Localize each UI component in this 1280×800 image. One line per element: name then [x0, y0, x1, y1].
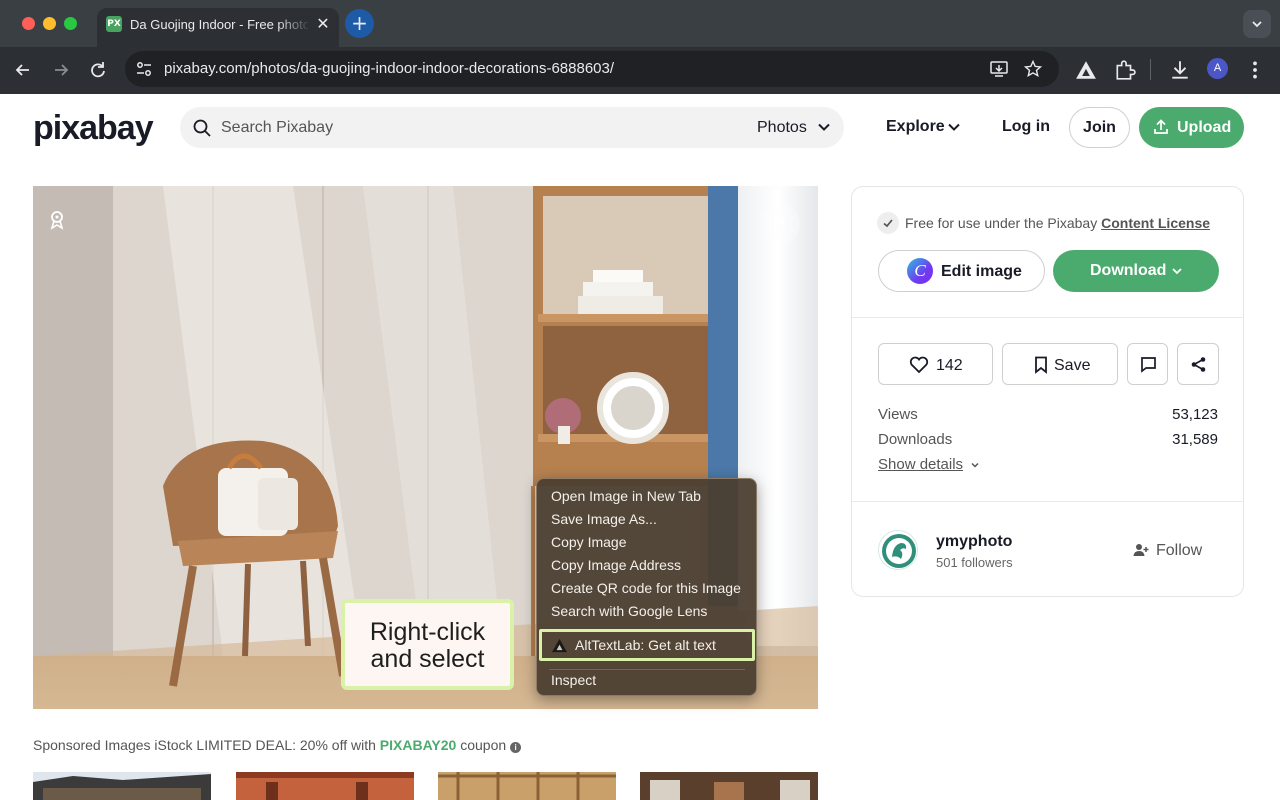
- like-count: 142: [936, 357, 963, 374]
- sponsored-thumbnail[interactable]: [640, 772, 818, 800]
- stat-label-downloads: Downloads: [878, 431, 953, 448]
- search-bar[interactable]: Search Pixabay Photos: [180, 107, 844, 148]
- profile-avatar[interactable]: A: [1207, 58, 1228, 79]
- divider: [852, 501, 1243, 502]
- menu-item-search-google-lens[interactable]: Search with Google Lens: [551, 602, 707, 622]
- login-link[interactable]: Log in: [1002, 117, 1050, 136]
- sponsored-thumbnail[interactable]: [236, 772, 414, 800]
- chevron-down-icon[interactable]: [947, 120, 961, 134]
- show-details-link[interactable]: Show details: [878, 456, 963, 474]
- menu-item-copy-image[interactable]: Copy Image: [551, 533, 626, 553]
- explore-menu[interactable]: Explore: [886, 117, 945, 136]
- comment-button[interactable]: [1127, 343, 1168, 385]
- sponsored-text: Sponsored Images iStock LIMITED DEAL: 20…: [33, 737, 380, 753]
- minimize-window-button[interactable]: [43, 17, 56, 30]
- maximize-window-button[interactable]: [64, 17, 77, 30]
- edit-image-label: Edit image: [941, 263, 1022, 280]
- menu-separator: [549, 669, 745, 670]
- flag-icon: [774, 217, 785, 231]
- new-tab-button[interactable]: +: [345, 9, 374, 38]
- close-window-button[interactable]: [22, 17, 35, 30]
- callout-line-2: and select: [370, 645, 485, 673]
- upload-label: Upload: [1177, 119, 1232, 136]
- chevron-down-icon[interactable]: [817, 120, 831, 134]
- reload-icon[interactable]: [87, 59, 109, 81]
- download-label: Download: [1090, 262, 1167, 279]
- stat-value-views: 53,123: [1172, 406, 1218, 423]
- sponsored-thumbnail[interactable]: [438, 772, 616, 800]
- alttextlab-extension-icon[interactable]: [1075, 59, 1097, 81]
- sponsored-banner: Sponsored Images iStock LIMITED DEAL: 20…: [33, 737, 522, 754]
- alttextlab-icon: [552, 638, 567, 653]
- menu-item-open-image-new-tab[interactable]: Open Image in New Tab: [551, 487, 701, 507]
- comment-icon: [1141, 357, 1156, 373]
- menu-item-copy-image-address[interactable]: Copy Image Address: [551, 556, 681, 576]
- back-arrow-icon[interactable]: [12, 59, 34, 81]
- bookmark-star-icon[interactable]: [1024, 60, 1042, 78]
- menu-item-alttextlab[interactable]: AltTextLab: Get alt text: [539, 629, 755, 661]
- stat-value-downloads: 31,589: [1172, 431, 1218, 448]
- license-prefix: Free for use under the Pixabay: [905, 215, 1102, 231]
- menu-item-save-image-as[interactable]: Save Image As...: [551, 510, 657, 530]
- address-bar[interactable]: pixabay.com/photos/da-guojing-indoor-ind…: [125, 51, 1059, 87]
- kebab-menu-icon[interactable]: [1244, 59, 1266, 81]
- check-circle-icon: [877, 212, 899, 234]
- browser-toolbar: pixabay.com/photos/da-guojing-indoor-ind…: [0, 47, 1280, 94]
- edit-image-button[interactable]: C Edit image: [878, 250, 1045, 292]
- downloads-icon[interactable]: [1169, 59, 1191, 81]
- user-avatar[interactable]: [878, 530, 918, 570]
- share-button[interactable]: [1177, 343, 1219, 385]
- info-icon[interactable]: i: [510, 742, 522, 753]
- bookmark-icon: [1035, 356, 1047, 374]
- canva-logo-icon: C: [907, 258, 933, 284]
- sponsored-suffix: coupon: [456, 737, 507, 753]
- upload-icon: [1154, 119, 1168, 134]
- sponsored-thumbnail[interactable]: [33, 772, 211, 800]
- user-name[interactable]: ymyphoto: [936, 532, 1012, 551]
- coupon-code[interactable]: PIXABAY20: [380, 737, 457, 753]
- save-label: Save: [1054, 357, 1091, 374]
- search-input[interactable]: Search Pixabay: [221, 118, 333, 137]
- context-menu: Open Image in New Tab Save Image As... C…: [536, 478, 757, 696]
- menu-item-alttextlab-label: AltTextLab: Get alt text: [575, 637, 716, 653]
- pixabay-logo[interactable]: pixabay: [33, 109, 154, 147]
- download-button[interactable]: Download: [1053, 250, 1219, 292]
- tab-search-button[interactable]: [1243, 10, 1271, 38]
- follow-button[interactable]: Follow: [1128, 537, 1206, 563]
- browser-tab-active[interactable]: PX Da Guojing Indoor - Free photo ✕: [97, 8, 339, 47]
- photo-details-card: Free for use under the Pixabay Content L…: [851, 186, 1244, 597]
- tab-close-icon[interactable]: ✕: [313, 14, 333, 34]
- site-settings-icon[interactable]: [135, 60, 153, 78]
- pixabay-favicon-icon: PX: [106, 16, 122, 32]
- url-text: pixabay.com/photos/da-guojing-indoor-ind…: [164, 60, 615, 77]
- follow-label: Follow: [1156, 542, 1203, 559]
- search-type-select[interactable]: Photos: [757, 118, 807, 137]
- add-user-icon: [1133, 544, 1149, 556]
- user-followers: 501 followers: [936, 555, 1013, 570]
- upload-button[interactable]: Upload: [1139, 107, 1244, 148]
- divider: [852, 317, 1243, 318]
- stat-label-views: Views: [878, 406, 918, 423]
- chevron-down-icon[interactable]: [970, 460, 980, 470]
- forward-arrow-icon[interactable]: [50, 59, 72, 81]
- heart-icon: [909, 356, 929, 374]
- content-license-link[interactable]: Content License: [1101, 215, 1210, 231]
- install-app-icon[interactable]: [989, 60, 1009, 78]
- menu-item-inspect[interactable]: Inspect: [551, 671, 596, 691]
- search-icon: [193, 119, 211, 137]
- save-button[interactable]: Save: [1002, 343, 1118, 385]
- share-icon: [1191, 357, 1206, 372]
- like-button[interactable]: 142: [878, 343, 993, 385]
- callout-line-1: Right-click: [369, 618, 486, 646]
- report-flag-button[interactable]: [760, 204, 800, 244]
- join-button[interactable]: Join: [1069, 107, 1130, 148]
- chevron-down-icon: [1172, 268, 1182, 275]
- award-ribbon-icon[interactable]: [49, 210, 65, 230]
- instruction-callout: Right-click and select: [341, 599, 514, 690]
- extensions-puzzle-icon[interactable]: [1114, 59, 1136, 81]
- chevron-down-icon: [1252, 21, 1262, 28]
- browser-titlebar: PX Da Guojing Indoor - Free photo ✕ +: [0, 0, 1280, 47]
- license-text: Free for use under the Pixabay Content L…: [905, 215, 1210, 232]
- menu-item-create-qr-code[interactable]: Create QR code for this Image: [551, 579, 741, 599]
